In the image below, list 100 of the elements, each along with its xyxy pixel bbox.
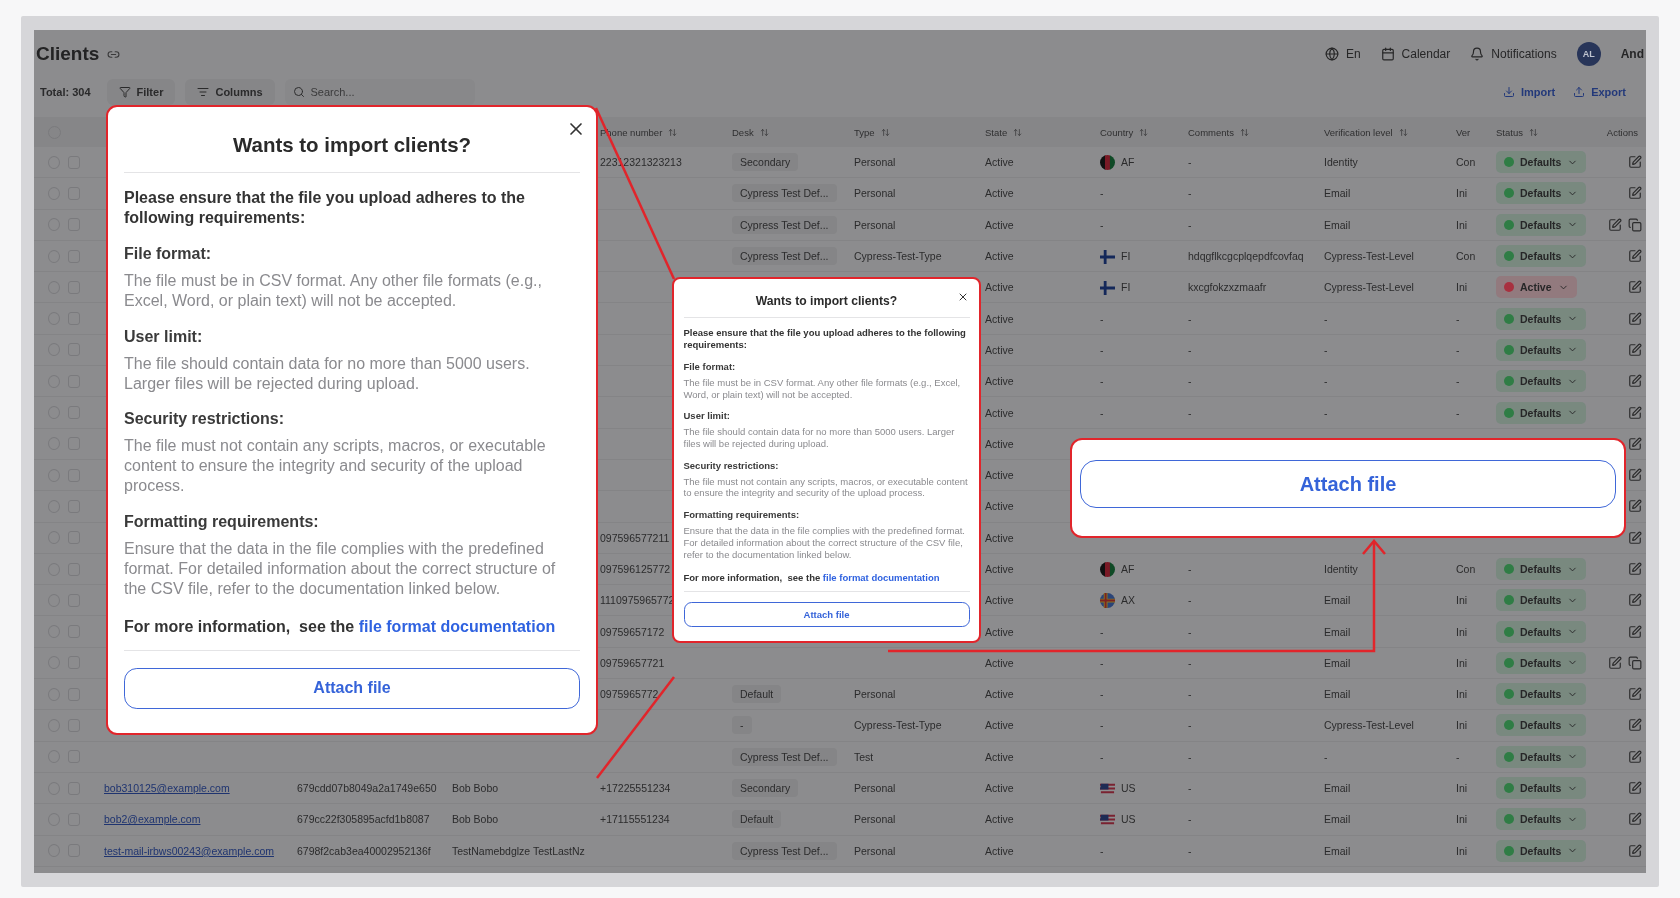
status-dropdown[interactable]: Defaults: [1496, 213, 1587, 236]
status-dropdown[interactable]: Defaults: [1496, 338, 1587, 361]
copy-icon[interactable]: [1628, 655, 1642, 670]
sort-icon[interactable]: [1013, 127, 1023, 137]
sort-icon[interactable]: [668, 127, 678, 137]
column-header[interactable]: Status: [1496, 126, 1523, 138]
section-text: The file must be in CSV format. Any other file formats (e.g., Excel, Word, or plain text) will not be accepted.: [683, 376, 962, 401]
edit-icon[interactable]: [1628, 687, 1642, 702]
status-dropdown[interactable]: Defaults: [1496, 620, 1587, 643]
table-cell: -: [1188, 656, 1192, 669]
edit-icon[interactable]: [1628, 436, 1642, 451]
email-link[interactable]: bob2@example.com: [104, 813, 201, 826]
table-cell: Active: [985, 656, 1014, 669]
edit-icon[interactable]: [1628, 624, 1642, 639]
edit-icon[interactable]: [1628, 155, 1642, 170]
attach-file-button[interactable]: Attach file: [124, 667, 580, 709]
table-cell: -: [1324, 375, 1328, 388]
header-button[interactable]: En: [1324, 47, 1361, 61]
sort-icon[interactable]: [1239, 127, 1249, 137]
column-header[interactable]: Country: [1100, 126, 1134, 138]
status-dropdown[interactable]: Defaults: [1496, 651, 1587, 674]
edit-icon[interactable]: [1628, 405, 1642, 420]
attach-file-button[interactable]: Attach file: [1080, 460, 1616, 508]
edit-icon[interactable]: [1628, 499, 1642, 514]
edit-icon[interactable]: [1628, 530, 1642, 545]
close-button[interactable]: [957, 291, 969, 303]
sort-icon[interactable]: [880, 127, 890, 137]
edit-icon[interactable]: [1628, 468, 1642, 483]
header-button[interactable]: Calendar: [1380, 47, 1451, 61]
edit-icon[interactable]: [1628, 593, 1642, 608]
desk-tag: Cypress Test Def...: [732, 747, 837, 766]
column-header[interactable]: Desk: [732, 126, 754, 138]
column-header[interactable]: Actions: [1606, 126, 1638, 138]
globe-icon: [1324, 47, 1339, 61]
status-dropdown[interactable]: Defaults: [1496, 839, 1587, 862]
edit-icon[interactable]: [1608, 217, 1622, 232]
column-header[interactable]: Ver: [1456, 126, 1471, 138]
edit-icon[interactable]: [1628, 562, 1642, 576]
toolbar-link-button[interactable]: Import: [1502, 86, 1556, 98]
table-cell: Email: [1324, 625, 1351, 638]
column-header[interactable]: State: [985, 126, 1008, 138]
edit-icon[interactable]: [1628, 374, 1642, 389]
copy-icon[interactable]: [1628, 217, 1642, 232]
status-dropdown[interactable]: Defaults: [1496, 683, 1587, 706]
status-dropdown[interactable]: Defaults: [1496, 245, 1587, 268]
page-title: Clients: [36, 43, 100, 65]
edit-icon[interactable]: [1628, 280, 1642, 295]
status-dropdown[interactable]: Defaults: [1496, 370, 1587, 393]
sort-icon[interactable]: [759, 127, 769, 137]
desk-tag: Cypress Test Def...: [732, 215, 837, 234]
table-cell: 0975965772: [600, 688, 659, 701]
table-cell: -: [1324, 312, 1328, 325]
status-dropdown[interactable]: Defaults: [1496, 745, 1587, 768]
status-dropdown[interactable]: Defaults: [1496, 182, 1587, 205]
sort-icon[interactable]: [1139, 127, 1149, 137]
email-link[interactable]: test-mail-irbws00243@example.com: [104, 844, 274, 857]
toolbar-button[interactable]: Filter: [106, 79, 176, 105]
edit-icon[interactable]: [1628, 843, 1642, 858]
email-link[interactable]: bob310125@example.com: [104, 782, 230, 795]
table-cell: Active: [985, 813, 1014, 826]
status-dropdown[interactable]: Defaults: [1496, 401, 1587, 424]
edit-icon[interactable]: [1628, 718, 1642, 733]
attach-file-button[interactable]: Attach file: [683, 602, 970, 628]
status-dropdown[interactable]: Defaults: [1496, 714, 1587, 737]
sort-icon[interactable]: [1398, 127, 1408, 137]
edit-icon[interactable]: [1628, 311, 1642, 326]
search-field[interactable]: Search...: [284, 79, 475, 105]
edit-icon[interactable]: [1628, 781, 1642, 796]
table-cell: Identity: [1324, 156, 1358, 169]
status-dropdown[interactable]: Defaults: [1496, 808, 1587, 831]
table-cell: 1110975965772: [600, 594, 675, 607]
status-dropdown[interactable]: Defaults: [1496, 307, 1587, 330]
status-dropdown[interactable]: Defaults: [1496, 589, 1587, 612]
table-cell: Email: [1324, 813, 1351, 826]
documentation-link[interactable]: file format documentation: [822, 572, 940, 584]
table-cell: Ini: [1456, 594, 1468, 607]
table-cell: -: [1456, 343, 1460, 356]
column-header[interactable]: Comments: [1188, 126, 1234, 138]
edit-icon[interactable]: [1608, 655, 1622, 670]
header-button[interactable]: Notifications: [1470, 47, 1557, 61]
status-dropdown[interactable]: Defaults: [1496, 558, 1587, 580]
status-dropdown[interactable]: Defaults: [1496, 777, 1587, 800]
status-dropdown[interactable]: Defaults: [1496, 151, 1587, 174]
table-cell: Cypress-Test-Level: [1324, 281, 1414, 294]
toolbar-link-button[interactable]: Export: [1573, 86, 1626, 98]
sort-icon[interactable]: [1528, 127, 1538, 137]
edit-icon[interactable]: [1628, 249, 1642, 264]
edit-icon[interactable]: [1628, 812, 1642, 827]
edit-icon[interactable]: [1628, 342, 1642, 357]
table-cell: -: [1324, 406, 1328, 419]
edit-icon[interactable]: [1628, 749, 1642, 764]
table-cell: Bob Bobo: [452, 782, 499, 795]
user-avatar[interactable]: AL: [1576, 42, 1601, 66]
edit-icon[interactable]: [1628, 186, 1642, 201]
status-dropdown[interactable]: Active: [1496, 276, 1577, 299]
table-cell: -: [1100, 625, 1104, 638]
column-header[interactable]: Type: [854, 126, 875, 138]
toolbar-button[interactable]: Columns: [185, 79, 275, 105]
documentation-link[interactable]: file format documentation: [358, 618, 556, 636]
column-header[interactable]: Verification level: [1324, 126, 1393, 138]
